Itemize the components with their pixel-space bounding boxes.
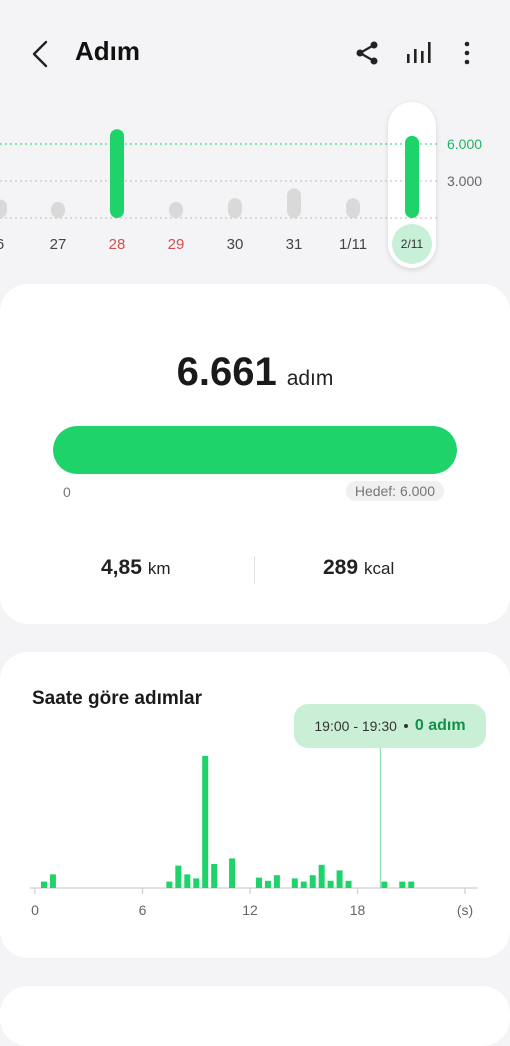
day-bar[interactable]: [228, 198, 242, 218]
day-bar[interactable]: [287, 188, 301, 218]
hour-bar: [175, 865, 182, 888]
hour-bar: [211, 864, 218, 888]
hour-bar: [264, 880, 271, 888]
x-tick-label: (s): [456, 902, 474, 918]
hour-bar: [273, 875, 280, 888]
hour-bar: [291, 878, 298, 888]
x-tick-label: 18: [349, 902, 366, 918]
progress-min-label: 0: [63, 484, 71, 500]
hour-bar: [408, 881, 415, 888]
hour-bar: [345, 880, 352, 888]
tooltip-separator: [403, 724, 408, 728]
hour-bar: [309, 875, 316, 888]
goal-progress-bar: [53, 426, 457, 474]
hour-bar: [193, 878, 200, 888]
x-tick-label: 12: [242, 902, 258, 918]
hourly-tooltip[interactable]: 19:00 - 19:30 0 adım: [294, 704, 486, 748]
distance-value: 4,85: [101, 556, 142, 579]
day-bar[interactable]: [51, 202, 65, 218]
hour-bar: [166, 881, 173, 888]
hour-bar: [49, 874, 56, 888]
hourly-steps-card: Saate göre adımlar 19:00 - 19:30 0 adım …: [0, 652, 510, 958]
goal-progress-fill: [53, 426, 457, 474]
stat-divider: [254, 556, 255, 584]
goal-badge[interactable]: Hedef: 6.000: [345, 481, 444, 501]
y-axis-label-mid: 3.000: [447, 173, 483, 189]
calories-stat: 289 kcal: [323, 556, 394, 580]
daily-steps-chart[interactable]: [0, 0, 510, 280]
distance-unit: km: [147, 559, 171, 578]
day-bar[interactable]: [169, 202, 183, 218]
day-label[interactable]: 29: [168, 236, 185, 253]
day-bar[interactable]: [405, 135, 419, 218]
hour-bar: [202, 756, 209, 888]
hour-bar: [229, 858, 236, 888]
hour-bar: [336, 870, 343, 888]
hour-bar: [327, 880, 334, 888]
steps-value: 6.661: [176, 350, 277, 394]
hour-bar: [399, 881, 406, 888]
calories-unit: kcal: [364, 559, 395, 578]
steps-total: 6.661 adım: [0, 350, 510, 395]
hour-bar: [184, 874, 191, 888]
day-label[interactable]: 27: [50, 236, 67, 253]
day-bar[interactable]: [110, 129, 124, 218]
day-bar[interactable]: [346, 198, 360, 218]
y-axis-label-goal: 6.000: [447, 136, 483, 152]
selected-day-label[interactable]: 2/11: [392, 224, 432, 264]
hour-bar: [300, 881, 307, 888]
next-card: [0, 986, 510, 1046]
tooltip-time-range: 19:00 - 19:30: [314, 718, 397, 734]
steps-unit: adım: [286, 367, 334, 390]
hour-bar: [318, 864, 325, 888]
day-label[interactable]: 28: [109, 236, 126, 253]
day-label[interactable]: 31: [286, 236, 303, 253]
distance-stat: 4,85 km: [101, 556, 171, 580]
steps-summary-card: 6.661 adım 0 Hedef: 6.000 4,85 km 289 kcal: [0, 284, 510, 624]
hour-bar: [255, 877, 262, 888]
day-label[interactable]: 30: [227, 236, 244, 253]
tooltip-value: 0 adım: [414, 717, 466, 734]
day-label[interactable]: 1/11: [339, 236, 367, 253]
day-label[interactable]: 6: [0, 236, 4, 253]
day-bar[interactable]: [0, 199, 7, 219]
hour-bar: [40, 881, 47, 888]
calories-value: 289: [323, 556, 359, 579]
hour-bar: [381, 881, 388, 888]
x-tick-label: 6: [138, 902, 147, 918]
x-tick-label: 0: [31, 902, 39, 918]
